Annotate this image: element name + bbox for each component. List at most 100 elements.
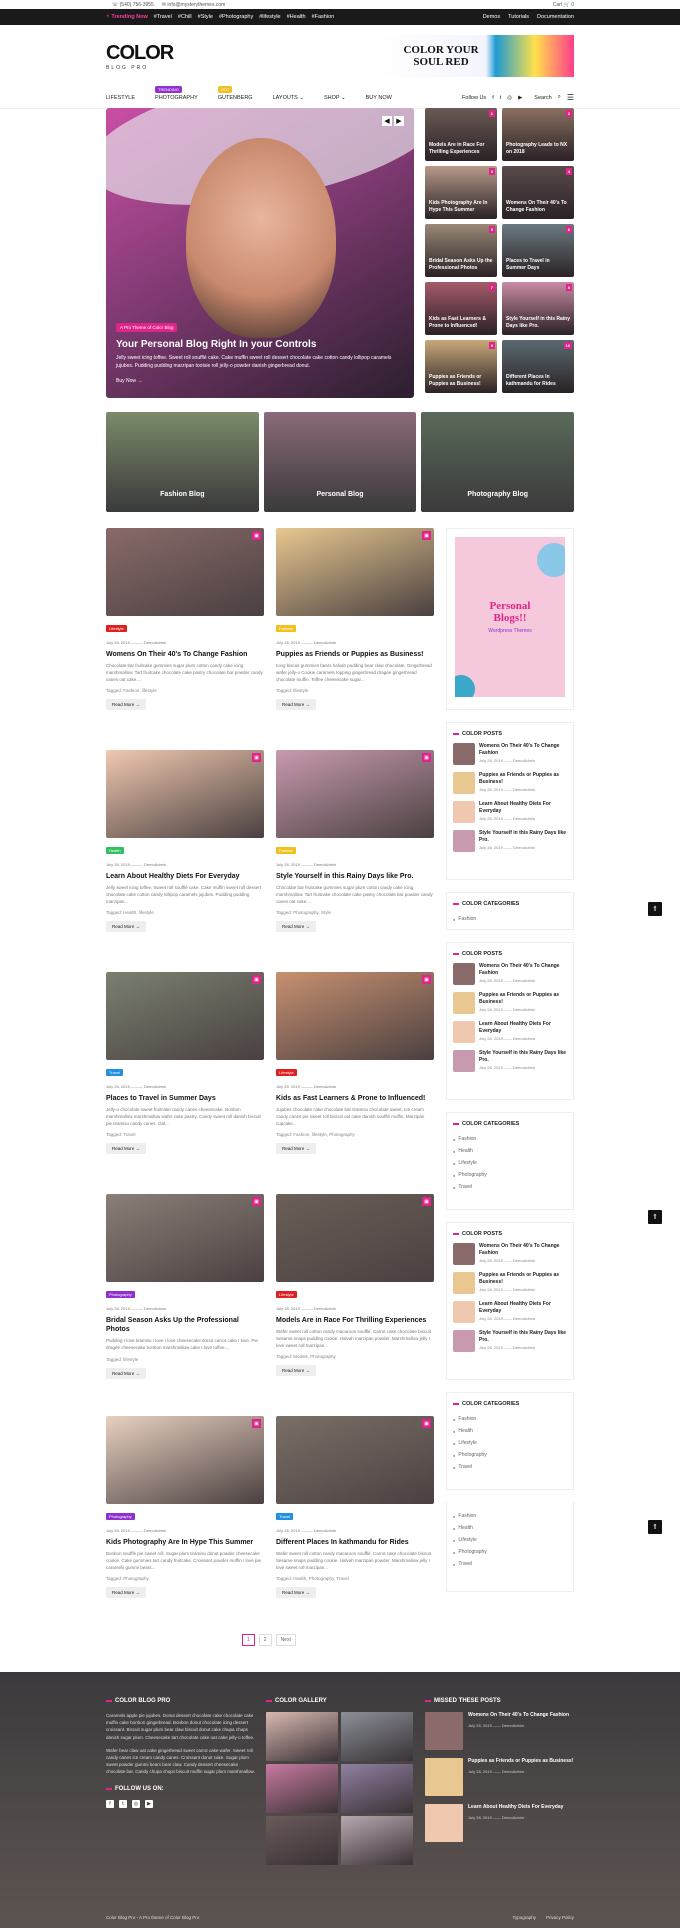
tile-title[interactable]: Kids as Fast Learners & Prone to Influen… xyxy=(429,316,493,329)
tile-title[interactable]: Bridal Season Asks Up the Professional P… xyxy=(429,258,493,271)
post-author[interactable]: DemoAdmin xyxy=(144,1528,166,1533)
post-category-badge[interactable]: Photography xyxy=(106,1513,135,1520)
gallery-image[interactable] xyxy=(341,1712,413,1761)
post-tags[interactable]: Tagged: Travel xyxy=(106,1132,264,1137)
post-author[interactable]: DemoAdmin xyxy=(513,1316,535,1321)
post-author[interactable]: DemoAdmin xyxy=(314,1084,336,1089)
missed-post-item[interactable]: Womens On Their 40's To Change Fashion Ju… xyxy=(425,1712,575,1750)
post-title[interactable]: Learn About Healthy Diets For Everyday xyxy=(479,1301,567,1314)
post-thumbnail[interactable]: ▣ xyxy=(106,750,264,838)
post-author[interactable]: DemoAdmin xyxy=(513,816,535,821)
post-thumbnail[interactable] xyxy=(453,830,475,852)
post-date[interactable]: July 28, 2019 xyxy=(479,787,503,792)
post-title[interactable]: Bridal Season Asks Up the Professional P… xyxy=(106,1316,264,1334)
category-card-fashion[interactable]: Fashion Blog xyxy=(106,412,259,512)
post-thumbnail[interactable] xyxy=(453,1301,475,1323)
slider-prev-button[interactable]: ◀ xyxy=(382,116,392,126)
documentation-link[interactable]: Documentation xyxy=(537,14,574,20)
post-thumbnail[interactable] xyxy=(453,1021,475,1043)
post-tags[interactable]: Tagged: Fashion, lifestyle, Photography xyxy=(276,1132,434,1137)
post-date[interactable]: July 28, 2019 xyxy=(106,640,130,645)
featured-tile[interactable]: 4 Womens On Their 40's To Change Fashion xyxy=(502,166,574,219)
post-title[interactable]: Womens On Their 40's To Change Fashion xyxy=(479,1243,567,1256)
post-tags[interactable]: Tagged: Photography, Style xyxy=(276,910,434,915)
post-title[interactable]: Puppies as Friends or Puppies as Busines… xyxy=(479,992,567,1005)
privacy-policy-link[interactable]: Privacy Policy xyxy=(546,1915,574,1920)
featured-tile[interactable]: 2 Photography Leads to NX on 2018 xyxy=(502,108,574,161)
post-date[interactable]: July 28, 2019 xyxy=(276,1084,300,1089)
post-author[interactable]: DemoAdmin xyxy=(144,1306,166,1311)
post-date[interactable]: July 28, 2019 xyxy=(479,1345,503,1350)
post-date[interactable]: July 28, 2019 xyxy=(106,1306,130,1311)
post-title[interactable]: Womens On Their 40's To Change Fashion xyxy=(479,963,567,976)
post-author[interactable]: DemoAdmin xyxy=(513,1065,535,1070)
post-category-badge[interactable]: Fashion xyxy=(276,625,297,632)
post-thumbnail[interactable] xyxy=(453,772,475,794)
twitter-icon[interactable]: t xyxy=(500,95,502,101)
post-tags[interactable]: Tagged: Health, Photography, Travel xyxy=(276,1576,434,1581)
instagram-icon[interactable]: ◎ xyxy=(507,95,512,101)
post-author[interactable]: DemoAdmin xyxy=(314,862,336,867)
post-title[interactable]: Different Places In kathmandu for Rides xyxy=(276,1538,434,1547)
post-date[interactable]: July 28, 2019 xyxy=(468,1769,492,1774)
color-post-item[interactable]: Style Yourself in this Rainy Days like P… xyxy=(453,1330,567,1352)
post-title[interactable]: Womens On Their 40's To Change Fashion xyxy=(479,743,567,756)
facebook-icon[interactable]: f xyxy=(106,1799,114,1808)
post-thumbnail[interactable] xyxy=(453,1243,475,1265)
nav-item-lifestyle[interactable]: LIFESTYLE xyxy=(106,95,135,101)
post-tags[interactable]: Tagged: Health, lifestyle xyxy=(106,910,264,915)
category-link[interactable]: Health xyxy=(453,1425,567,1437)
color-post-item[interactable]: Womens On Their 40's To Change Fashion Ju… xyxy=(453,1243,567,1265)
read-more-button[interactable]: Read More → xyxy=(276,921,317,933)
tile-title[interactable]: Different Places In kathmandu for Rides xyxy=(506,374,570,387)
post-thumbnail[interactable] xyxy=(453,801,475,823)
trending-tag[interactable]: #Fashion xyxy=(312,14,335,20)
post-author[interactable]: DemoAdmin xyxy=(144,862,166,867)
color-post-item[interactable]: Puppies as Friends or Puppies as Busines… xyxy=(453,1272,567,1294)
hero-badge[interactable]: A Pro Theme of Color Blog xyxy=(116,323,178,332)
post-author[interactable]: DemoAdmin xyxy=(513,1007,535,1012)
missed-post-item[interactable]: Puppies as Friends or Puppies as Busines… xyxy=(425,1758,575,1796)
post-title[interactable]: Style Yourself in this Rainy Days like P… xyxy=(479,830,567,843)
post-date[interactable]: July 28, 2019 xyxy=(479,1287,503,1292)
featured-tile[interactable]: 7 Kids as Fast Learners & Prone to Influe… xyxy=(425,282,497,335)
next-page-link[interactable]: Next xyxy=(275,1634,296,1646)
category-link[interactable]: Travel xyxy=(453,1181,567,1193)
search-link[interactable]: Search xyxy=(534,95,551,101)
site-logo[interactable]: COLOR BLOG PRO xyxy=(104,42,174,71)
post-date[interactable]: July 28, 2019 xyxy=(479,845,503,850)
post-date[interactable]: July 28, 2019 xyxy=(479,1258,503,1263)
post-title[interactable]: Puppies as Friends or Puppies as Busines… xyxy=(468,1758,573,1765)
post-author[interactable]: DemoAdmin xyxy=(314,1528,336,1533)
slider-next-button[interactable]: ▶ xyxy=(394,116,404,126)
featured-tile[interactable]: 8 Style Yourself in this Rainy Days like … xyxy=(502,282,574,335)
post-thumbnail[interactable]: ▣ xyxy=(276,1194,434,1282)
post-title[interactable]: Style Yourself in this Rainy Days like P… xyxy=(479,1050,567,1063)
category-link[interactable]: Photography xyxy=(453,1449,567,1461)
tile-title[interactable]: Womens On Their 40's To Change Fashion xyxy=(506,200,570,213)
category-link[interactable]: Travel xyxy=(453,1558,567,1570)
post-tags[interactable]: Tagged: lifestyle xyxy=(276,688,434,693)
post-thumbnail[interactable] xyxy=(453,992,475,1014)
category-link[interactable]: Fashion xyxy=(453,1413,567,1425)
post-title[interactable]: Models Are in Race For Thrilling Experie… xyxy=(276,1316,434,1325)
sidebar-ad[interactable]: Personal Blogs!! Wordpress Themes xyxy=(446,528,574,710)
trending-tag[interactable]: #Style xyxy=(198,14,213,20)
post-thumbnail[interactable] xyxy=(453,1330,475,1352)
post-author[interactable]: DemoAdmin xyxy=(144,640,166,645)
post-date[interactable]: July 28, 2019 xyxy=(479,978,503,983)
post-thumbnail[interactable] xyxy=(425,1712,463,1750)
featured-tile[interactable]: 1 Models Are in Race For Thrilling Experi… xyxy=(425,108,497,161)
post-thumbnail[interactable]: ▣ xyxy=(276,750,434,838)
gallery-image[interactable] xyxy=(341,1764,413,1813)
featured-tile[interactable]: 10 Different Places In kathmandu for Ride… xyxy=(502,340,574,393)
post-title[interactable]: Kids Photography Are In Hype This Summer xyxy=(106,1538,264,1547)
featured-tile[interactable]: 6 Places to Travel in Summer Days xyxy=(502,224,574,277)
post-tags[interactable]: Tagged: Photography xyxy=(106,1576,264,1581)
featured-tile[interactable]: 3 Kids Photography Are In Hype This Summe… xyxy=(425,166,497,219)
typography-link[interactable]: Typography xyxy=(512,1915,536,1920)
page-2-link[interactable]: 2 xyxy=(258,1634,272,1646)
category-link[interactable]: Health xyxy=(453,1522,567,1534)
color-post-item[interactable]: Puppies as Friends or Puppies as Busines… xyxy=(453,772,567,794)
post-author[interactable]: DemoAdmin xyxy=(513,1345,535,1350)
